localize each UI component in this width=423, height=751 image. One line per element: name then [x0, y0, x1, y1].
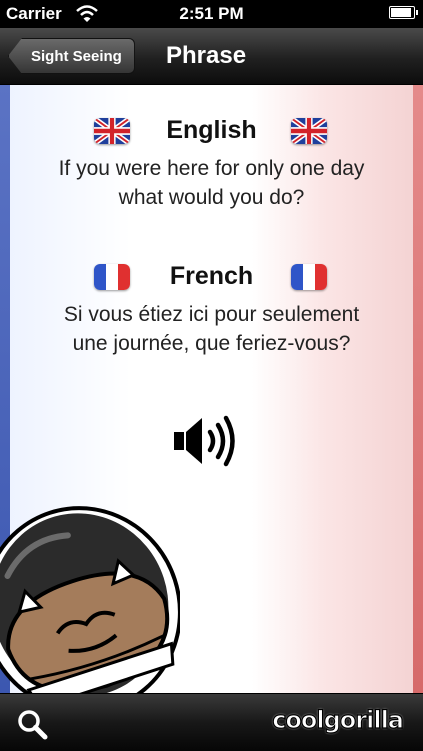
- target-phrase-line: Si vous étiez ici pour seulement: [63, 303, 360, 326]
- france-flag-icon: [291, 264, 327, 290]
- target-phrase-text: Si vous étiez ici pour seulement une jou…: [20, 300, 403, 358]
- target-phrase-line: une journée, que feriez-vous?: [72, 332, 351, 355]
- source-language-label: English: [166, 116, 257, 144]
- flag-stripe-red: [413, 85, 423, 693]
- gorilla-mascot-icon: [0, 506, 180, 693]
- speaker-icon[interactable]: [172, 412, 240, 470]
- source-phrase-text: If you were here for only one day what w…: [20, 154, 403, 212]
- uk-flag-icon: [291, 118, 327, 144]
- phrase-content: English If you were here for only one da…: [0, 85, 423, 693]
- navigation-bar: Sight Seeing Phrase: [0, 28, 423, 85]
- source-phrase-line: If you were here for only one day: [58, 157, 365, 180]
- coolgorilla-logo[interactable]: coolgorilla: [272, 705, 405, 734]
- status-time: 2:51 PM: [179, 4, 244, 23]
- target-language-label: French: [169, 262, 254, 290]
- bottom-toolbar: coolgorilla: [0, 693, 423, 751]
- page-title: Phrase: [166, 42, 247, 69]
- source-phrase-line: what would you do?: [118, 186, 305, 209]
- status-bar: Carrier 2:51 PM: [0, 0, 423, 28]
- search-icon[interactable]: [16, 708, 48, 740]
- battery-icon: [389, 6, 418, 19]
- back-button[interactable]: Sight Seeing: [8, 38, 135, 74]
